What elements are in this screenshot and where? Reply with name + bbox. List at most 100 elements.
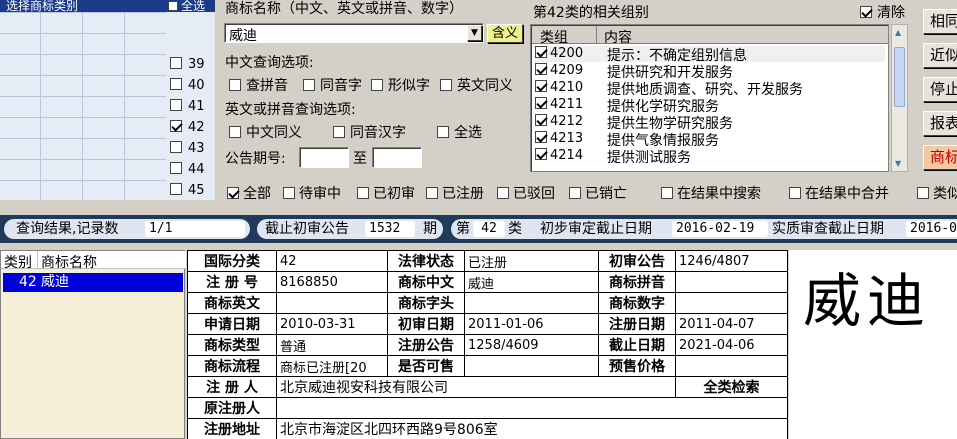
result-name: 威迪 <box>41 274 69 290</box>
cutoff-pill: 截止初审公告 1532 期 <box>257 219 443 239</box>
result-count-pill: 查询结果,记录数 1/1 <box>4 219 250 239</box>
groups-scrollbar[interactable]: ▲ ▼ <box>891 24 908 172</box>
flow-value[interactable]: 商标已注册[20 <box>276 355 388 377</box>
filter-all[interactable]: 全部 <box>227 183 271 203</box>
legal-status-label: 法律状态 <box>387 250 465 272</box>
filter-rejected[interactable]: 已驳回 <box>497 183 555 203</box>
en-option-select-all[interactable]: 全选 <box>437 122 482 142</box>
period-to-input[interactable] <box>372 147 422 168</box>
results-list: 类别 商标名称 42 威迪 <box>0 250 186 439</box>
en-options-label: 英文或拼音查询选项: <box>225 102 356 118</box>
digits-value <box>675 292 788 314</box>
type-label: 商标类型 <box>187 334 277 356</box>
class-prefix: 第 <box>456 221 470 237</box>
filter-similar[interactable]: 类似 <box>917 183 957 203</box>
filter-cancelled[interactable]: 已销亡 <box>569 183 627 203</box>
group-row[interactable]: 4214 提供测试服务 <box>535 148 885 166</box>
trademark-logo: 威迪 <box>789 250 957 439</box>
cn-name-value: 威迪 <box>464 271 599 293</box>
group-row[interactable]: 4212 提供生物学研究服务 <box>535 114 885 132</box>
cutoff-label: 截止初审公告 <box>265 221 349 237</box>
cn-options-label: 中文查询选项: <box>225 55 314 71</box>
filter-registered[interactable]: 已注册 <box>426 183 484 203</box>
class-checkbox-39[interactable]: 39 <box>170 57 205 72</box>
scroll-thumb[interactable] <box>894 47 905 107</box>
prelim-value: 2016-02-19 <box>672 221 768 237</box>
status-bar: 查询结果,记录数 1/1 截止初审公告 1532 期 第 42 类 初步审定截止… <box>0 215 957 243</box>
date-pill: 第 42 类 初步审定截止日期 2016-02-19 实质审查截止日期 2016… <box>451 219 957 239</box>
stop-button[interactable]: 停止 <box>923 77 957 102</box>
col-content-header: 内容 <box>604 30 632 46</box>
cn-option-en-synonym[interactable]: 英文同义 <box>440 75 513 95</box>
class-grid-header-label: 选择商标类别 <box>6 0 79 12</box>
result-count-value: 1/1 <box>145 221 245 237</box>
address-value: 北京市海淀区北四环西路9号806室 <box>276 418 788 439</box>
cn-option-homophone[interactable]: 同音字 <box>303 75 362 95</box>
class-value: 42 <box>473 221 505 237</box>
apply-date-label: 申请日期 <box>187 313 277 335</box>
group-row[interactable]: 4211 提供化学研究服务 <box>535 97 885 115</box>
same-button[interactable]: 相同 <box>923 9 957 34</box>
scroll-up-icon[interactable]: ▲ <box>895 28 901 37</box>
clear-checkbox[interactable]: 清除 <box>860 2 905 22</box>
reg-pub-label: 注册公告 <box>387 334 465 356</box>
trademark-button[interactable]: 商标 <box>923 145 957 170</box>
detail-table: 国际分类 42 法律状态 已注册 初审公告 1246/4807 注 册 号 81… <box>187 250 788 439</box>
address-label: 注册地址 <box>187 418 277 439</box>
groups-list: 类组 内容 4200 提示：不确定组别信息 4209 提供研究和开发服务 4210 提供地… <box>530 24 889 172</box>
reg-pub-value: 1258/4609 <box>464 334 599 356</box>
class-checkbox-42[interactable]: 42 <box>170 120 205 135</box>
class-checkbox-45[interactable]: 45 <box>170 183 205 198</box>
class-checkbox-40[interactable]: 40 <box>170 78 205 93</box>
class-checkbox-43[interactable]: 43 <box>170 141 205 156</box>
all-class-search-button[interactable]: 全类检索 <box>675 376 788 398</box>
result-class: 42 <box>19 274 37 290</box>
reg-no-value: 8168850 <box>276 271 388 293</box>
cn-name-label: 商标中文 <box>387 271 465 293</box>
initial-value <box>464 292 599 314</box>
pre-price-value <box>675 355 788 377</box>
prelim-pub-value: 1246/4807 <box>675 250 788 272</box>
chevron-down-icon[interactable]: ▼ <box>467 25 482 41</box>
en-option-homophone-hanzi[interactable]: 同音汉字 <box>333 122 406 142</box>
cn-option-pinyin[interactable]: 查拼音 <box>229 75 288 95</box>
group-row[interactable]: 4200 提示：不确定组别信息 <box>535 46 885 64</box>
substantive-value: 2016-0 <box>906 221 957 237</box>
result-row[interactable]: 42 威迪 <box>3 273 183 292</box>
period-from-input[interactable] <box>299 147 349 168</box>
results-header: 类别 商标名称 <box>1 251 186 271</box>
group-row[interactable]: 4210 提供地质调查、研究、开发服务 <box>535 80 885 98</box>
reg-no-label: 注 册 号 <box>187 271 277 293</box>
reg-date-value: 2011-04-07 <box>675 313 788 335</box>
filter-prelim[interactable]: 已初审 <box>357 183 415 203</box>
name-value: 威迪 <box>229 28 257 44</box>
similar-button[interactable]: 近似 <box>923 43 957 68</box>
filter-pending[interactable]: 待审中 <box>283 183 341 203</box>
filter-merge-in-results[interactable]: 在结果中合并 <box>789 183 889 203</box>
apply-date-value: 2010-03-31 <box>276 313 388 335</box>
name-combobox[interactable]: 威迪 ▼ <box>224 23 484 44</box>
registrant-value: 北京威迪视安科技有限公司 <box>276 376 676 398</box>
scroll-down-icon[interactable]: ▼ <box>895 159 901 168</box>
group-row[interactable]: 4209 提供研究和开发服务 <box>535 63 885 81</box>
class-checkbox-41[interactable]: 41 <box>170 99 205 114</box>
group-row[interactable]: 4213 提供气象情报服务 <box>535 131 885 149</box>
for-sale-label: 是否可售 <box>387 355 465 377</box>
filter-search-in-results[interactable]: 在结果中搜索 <box>661 183 761 203</box>
en-option-cn-synonym[interactable]: 中文同义 <box>229 122 302 142</box>
orig-registrant-value <box>276 397 788 419</box>
intl-class-value: 42 <box>276 250 388 272</box>
orig-registrant-label: 原注册人 <box>187 397 277 419</box>
period-to-label: 至 <box>353 151 367 167</box>
report-button[interactable]: 报表 <box>923 111 957 136</box>
expiry-value: 2021-04-06 <box>675 334 788 356</box>
contains-button[interactable]: 含义 <box>487 24 523 43</box>
cn-option-similar-shape[interactable]: 形似字 <box>371 75 430 95</box>
substantive-label: 实质审查截止日期 <box>772 221 884 237</box>
class-checkbox-44[interactable]: 44 <box>170 162 205 177</box>
expiry-label: 截止日期 <box>598 334 676 356</box>
groups-list-header: 类组 内容 <box>532 26 888 46</box>
pinyin-value <box>675 271 788 293</box>
select-all-checkbox[interactable]: 全选 <box>168 0 205 12</box>
registrant-label: 注 册 人 <box>187 376 277 398</box>
